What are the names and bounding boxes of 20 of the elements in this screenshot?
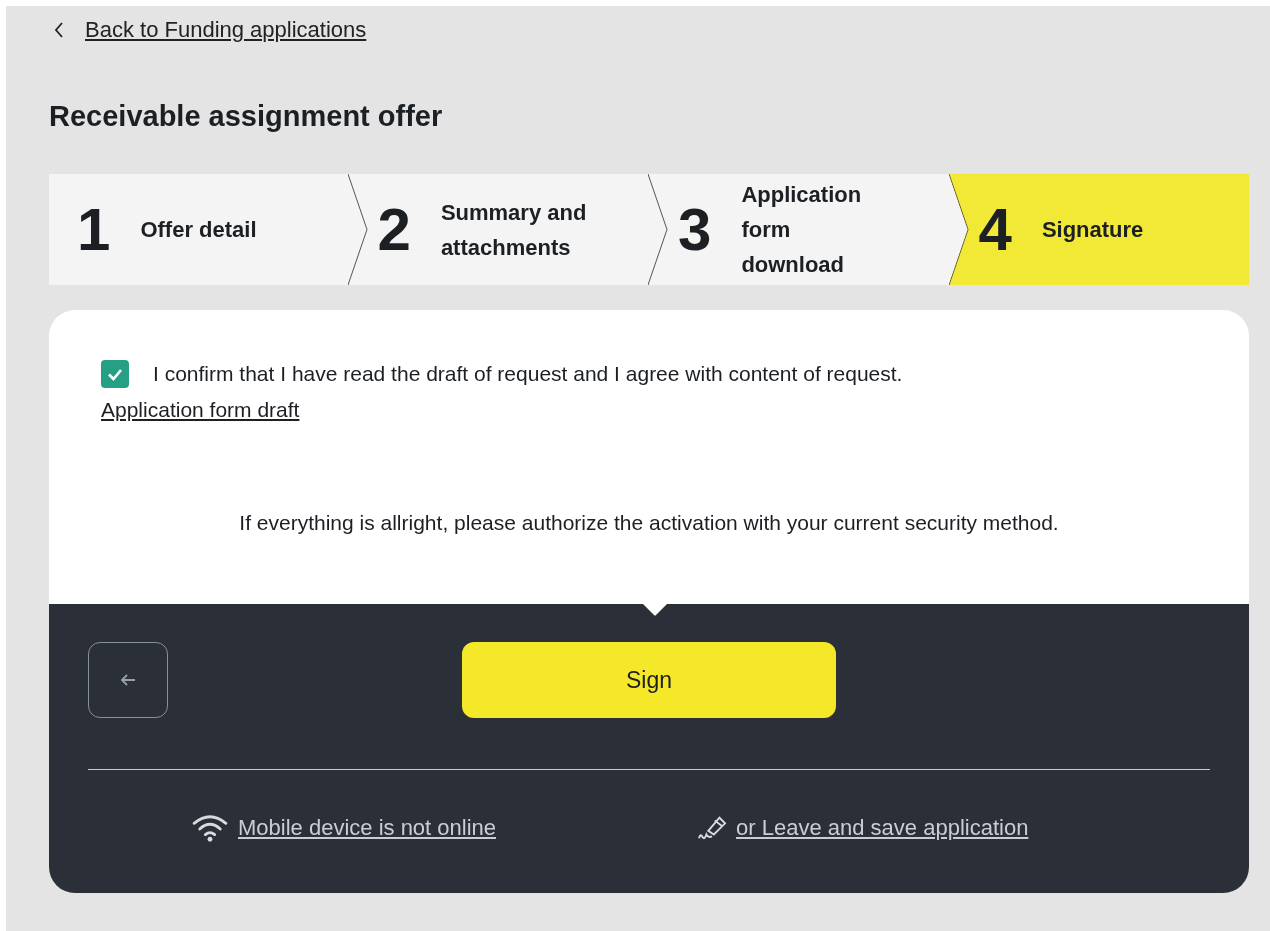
footer-link[interactable]: or Leave and save application (736, 815, 1029, 841)
instruction-text: If everything is allright, please authorize the activation with your current security method. (238, 511, 1060, 535)
footer-link[interactable]: Mobile device is not online (238, 815, 497, 841)
back-link[interactable]: Back to Funding applications (85, 17, 367, 43)
step-tab[interactable]: 1 Offer detail (49, 174, 348, 285)
chevron-left-icon (53, 20, 65, 40)
checkbox[interactable] (101, 360, 129, 388)
step-tab[interactable]: 2 Summary and attachments (347, 174, 648, 285)
pen-icon (696, 814, 729, 842)
page-title: Receivable assignment offer (49, 99, 444, 134)
step-tab[interactable]: 3 Application form download (648, 174, 949, 285)
draft-link[interactable]: Application form draft (101, 398, 300, 422)
sign-button[interactable]: Sign (462, 642, 836, 718)
step-chevron-icon (948, 174, 969, 285)
confirmation-text: I confirm that I have read the draft of request and I agree with content of request. (153, 362, 903, 386)
step-chevron-icon (648, 174, 668, 285)
back-button[interactable] (88, 642, 168, 718)
step-tab[interactable]: 4 Signature (948, 174, 1249, 285)
step-chevron-icon (347, 174, 368, 285)
wifi-icon (190, 814, 230, 842)
